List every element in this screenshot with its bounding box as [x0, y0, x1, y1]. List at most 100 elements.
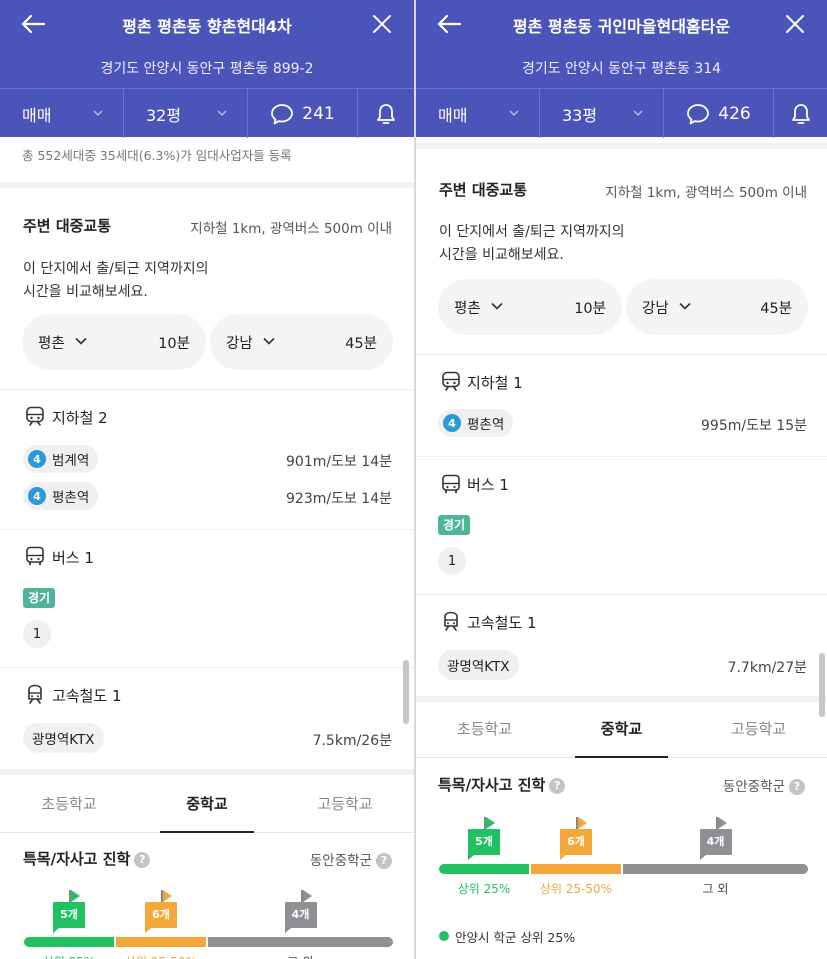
speech-bubble-icon [271, 103, 294, 124]
transit-subtitle: 지하철 1km, 광역버스 500m 이내 [605, 185, 807, 201]
school-tabs: 초등학교 중학교 고등학교 [0, 775, 414, 833]
divider [0, 389, 414, 390]
area-select[interactable]: 32평 [124, 89, 248, 138]
ratio-bar-segment [531, 864, 621, 874]
rail-station-chip[interactable]: 광명역KTX [23, 723, 104, 753]
bus-title: 버스 1 [52, 549, 94, 567]
tab-high[interactable]: 고등학교 [276, 775, 414, 832]
ratio-bar-segment [439, 864, 529, 874]
question-icon[interactable]: ? [134, 852, 151, 868]
divider [416, 594, 827, 595]
school-tabs: 초등학교 중학교 고등학교 [416, 700, 827, 758]
commute-time: 45분 [760, 301, 792, 317]
commute-select-2[interactable]: 강남 45분 [210, 314, 393, 370]
school-district-text: 동안중학군 [309, 853, 372, 869]
station-chip[interactable]: 4 범계역 [23, 445, 99, 473]
flag-triangle [71, 890, 80, 902]
bus-route-chip[interactable]: 1 [23, 620, 51, 648]
deal-type-select[interactable]: 매매 [416, 89, 540, 138]
station-name: 평촌역 [52, 490, 90, 506]
school-title: 특목/자사고 진학? [438, 774, 566, 795]
tab-elementary[interactable]: 초등학교 [416, 700, 553, 757]
rail-station-chip[interactable]: 광명역KTX [438, 650, 519, 680]
ratio-flag: 5개 [468, 817, 500, 860]
bus-route-chip[interactable]: 1 [438, 547, 466, 575]
subway-title: 지하철 1 [467, 374, 523, 392]
rail-title: 고속철도 1 [52, 687, 122, 705]
chevron-down-icon [491, 302, 503, 310]
commute-time: 10분 [574, 301, 606, 317]
station-name: 범계역 [52, 453, 90, 469]
scrollbar-thumb[interactable] [403, 660, 409, 724]
school-title-text: 특목/자사고 진학 [23, 850, 131, 868]
close-icon[interactable] [783, 12, 807, 36]
commute-select-1[interactable]: 평촌 10분 [438, 279, 622, 335]
subway-icon [442, 371, 460, 391]
divider [416, 456, 827, 457]
rail-distance: 7.7km/27분 [727, 660, 807, 676]
subway-icon [26, 406, 44, 426]
bell-icon [377, 103, 395, 124]
tab-high[interactable]: 고등학교 [690, 700, 827, 757]
flag-triangle [717, 817, 727, 829]
bus-icon [442, 474, 460, 494]
commute-name: 강남 [642, 301, 669, 317]
talk-button[interactable]: 426 [664, 89, 774, 138]
ratio-flag: 6개 [145, 890, 177, 933]
scrollbar-thumb[interactable] [819, 653, 825, 717]
ratio-bar-segment [208, 937, 393, 947]
address: 경기도 안양시 동안구 평촌동 899-2 [100, 61, 314, 77]
talk-button[interactable]: 241 [248, 89, 358, 138]
tab-elementary[interactable]: 초등학교 [0, 775, 138, 832]
alert-button[interactable] [358, 89, 414, 138]
flag-count: 6개 [560, 829, 592, 860]
flag-count: 5개 [468, 829, 500, 860]
commute-select-2[interactable]: 강남 45분 [626, 279, 808, 335]
tab-middle[interactable]: 중학교 [138, 775, 276, 833]
school-district: 동안중학군? [310, 849, 392, 869]
station-chip[interactable]: 4 평촌역 [438, 409, 514, 437]
school-title: 특목/자사고 진학? [23, 848, 151, 869]
chevron-down-icon [263, 337, 275, 345]
close-icon[interactable] [370, 12, 394, 36]
alert-button[interactable] [774, 89, 827, 138]
bell-icon [791, 103, 810, 124]
station-distance: 901m/도보 14분 [286, 454, 392, 470]
commute-time: 10분 [158, 336, 190, 352]
flag-count: 4개 [699, 829, 732, 860]
deal-type-label: 매매 [22, 105, 52, 125]
question-icon[interactable]: ? [376, 853, 392, 869]
arrow-left-icon[interactable] [20, 12, 46, 36]
question-icon[interactable]: ? [549, 778, 566, 794]
chevron-down-icon [93, 110, 103, 116]
transit-subtitle: 지하철 1km, 광역버스 500m 이내 [190, 221, 392, 237]
page-title: 평촌 평촌동 귀인마을현대홈타운 [512, 17, 731, 36]
address: 경기도 안양시 동안구 평촌동 314 [521, 61, 722, 77]
tab-middle[interactable]: 중학교 [553, 700, 690, 758]
line-badge: 4 [28, 487, 46, 505]
station-chip[interactable]: 4 평촌역 [23, 482, 99, 510]
flag-triangle [578, 817, 587, 829]
chevron-down-icon [633, 110, 643, 116]
header: 평촌 평촌동 향촌현대4차 경기도 안양시 동안구 평촌동 899-2 매매 3… [0, 0, 414, 138]
ratio-bar-label: 상위 25-50% [116, 953, 206, 959]
flag-triangle [486, 817, 495, 829]
bus-title: 버스 1 [467, 476, 509, 494]
area-select[interactable]: 33평 [540, 89, 664, 138]
complex-panel-left: 평촌 평촌동 향촌현대4차 경기도 안양시 동안구 평촌동 899-2 매매 3… [0, 0, 414, 959]
commute-select-1[interactable]: 평촌 10분 [22, 314, 206, 370]
deal-type-select[interactable]: 매매 [0, 89, 124, 138]
flag-count: 5개 [53, 902, 85, 933]
train-icon [28, 684, 42, 704]
ratio-bar-segment [116, 937, 206, 947]
school-district-text: 동안중학군 [722, 779, 785, 795]
section-divider [0, 182, 414, 188]
transit-desc-line1: 이 단지에서 출/퇴근 지역까지의 [439, 224, 625, 240]
ratio-bar-label: 그 외 [208, 953, 393, 959]
ratio-bar-segment [623, 864, 808, 874]
arrow-left-icon[interactable] [436, 12, 462, 36]
chevron-down-icon [75, 337, 87, 345]
chevron-down-icon [679, 302, 691, 310]
question-icon[interactable]: ? [789, 779, 805, 795]
transit-desc-line1: 이 단지에서 출/퇴근 지역까지의 [23, 261, 209, 277]
